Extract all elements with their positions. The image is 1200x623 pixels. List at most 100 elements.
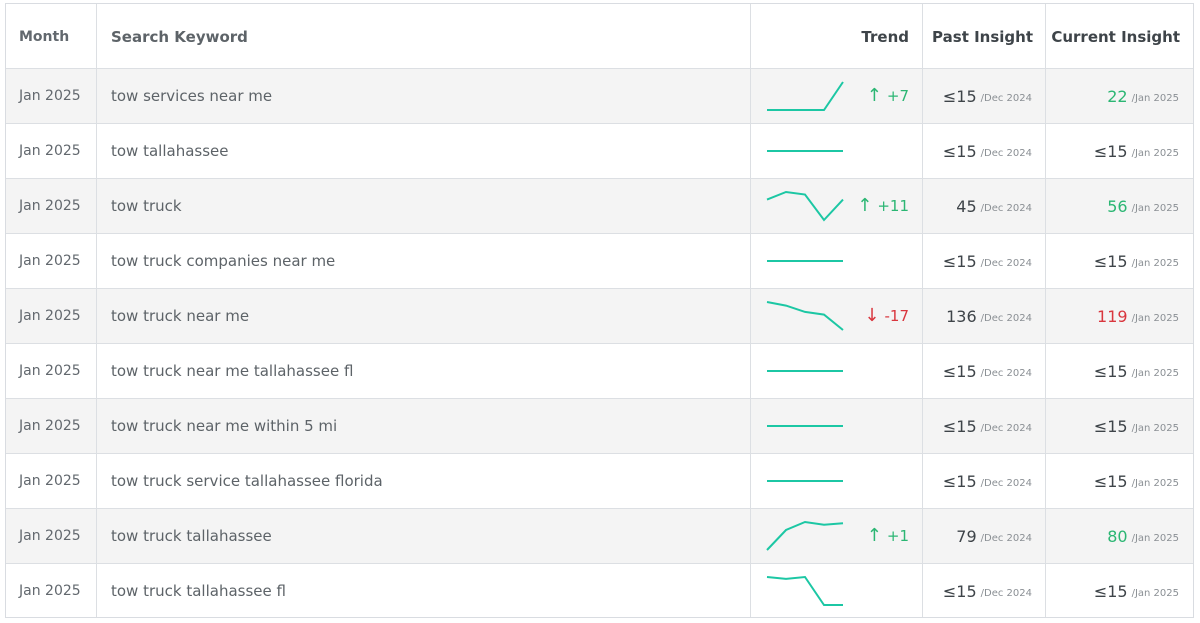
- past-value: 45: [956, 196, 977, 216]
- month-cell: Jan 2025: [19, 88, 81, 104]
- table-row[interactable]: Jan 2025 tow truck tallahassee ↑ +1 79/Dec 2…: [6, 508, 1193, 563]
- trend-cell: ↑ +7: [751, 69, 923, 123]
- past-insight-cell: 45/Dec 2024: [923, 179, 1046, 233]
- current-value: ≤15: [1093, 581, 1128, 601]
- current-insight-cell: ≤15/Jan 2025: [1046, 344, 1193, 398]
- current-insight-cell: ≤15/Jan 2025: [1046, 399, 1193, 453]
- past-period: /Dec 2024: [980, 147, 1032, 159]
- arrow-up-icon: ↑: [866, 85, 882, 106]
- current-insight-cell: ≤15/Jan 2025: [1046, 564, 1193, 618]
- current-value: ≤15: [1093, 361, 1128, 381]
- current-period: /Jan 2025: [1131, 587, 1179, 599]
- trend-cell: ↑ +1: [751, 509, 923, 563]
- trend-sparkline: [767, 260, 843, 262]
- keyword-cell: tow truck companies near me: [111, 252, 336, 270]
- past-insight-cell: ≤15/Dec 2024: [923, 454, 1046, 508]
- past-insight-cell: 79/Dec 2024: [923, 509, 1046, 563]
- current-period: /Jan 2025: [1131, 532, 1179, 544]
- past-insight-cell: ≤15/Dec 2024: [923, 234, 1046, 288]
- table-row[interactable]: Jan 2025 tow truck service tallahassee fl…: [6, 453, 1193, 508]
- current-value: 80: [1107, 526, 1128, 546]
- arrow-down-icon: ↓: [864, 305, 880, 326]
- keyword-cell: tow truck tallahassee fl: [111, 582, 286, 600]
- table-row[interactable]: Jan 2025 tow truck companies near me ≤15/D…: [6, 233, 1193, 288]
- current-value: 22: [1107, 86, 1128, 106]
- past-value: ≤15: [942, 141, 977, 161]
- month-cell: Jan 2025: [19, 418, 81, 434]
- past-insight-cell: 136/Dec 2024: [923, 289, 1046, 343]
- month-cell: Jan 2025: [19, 143, 81, 159]
- past-value: ≤15: [942, 581, 977, 601]
- sparkline-line: [767, 81, 844, 111]
- table-row[interactable]: Jan 2025 tow truck near me ↓ -17 136/Dec 202…: [6, 288, 1193, 343]
- sparkline-line: [766, 301, 844, 331]
- current-insight-cell: 56/Jan 2025: [1046, 179, 1193, 233]
- current-insight-cell: ≤15/Jan 2025: [1046, 234, 1193, 288]
- month-cell: Jan 2025: [19, 308, 81, 324]
- past-value: ≤15: [942, 416, 977, 436]
- column-divider: [1045, 4, 1046, 617]
- current-value: 56: [1107, 196, 1128, 216]
- keyword-cell: tow truck: [111, 197, 182, 215]
- keyword-cell: tow truck near me: [111, 307, 250, 325]
- trend-cell: [751, 399, 923, 453]
- sparkline-line: [766, 520, 844, 551]
- month-cell: Jan 2025: [19, 528, 81, 544]
- past-period: /Dec 2024: [980, 367, 1032, 379]
- current-period: /Jan 2025: [1131, 422, 1179, 434]
- trend-cell: [751, 344, 923, 398]
- header-trend[interactable]: Trend: [751, 4, 923, 69]
- past-insight-cell: ≤15/Dec 2024: [923, 399, 1046, 453]
- delta-value: +1: [886, 527, 909, 545]
- delta-value: -17: [884, 307, 910, 325]
- header-current-insight[interactable]: Current Insight: [1046, 4, 1193, 69]
- keyword-insights-table: Month Search Keyword Trend Past Insight …: [5, 3, 1194, 618]
- current-value: ≤15: [1093, 471, 1128, 491]
- past-value: ≤15: [942, 361, 977, 381]
- month-cell: Jan 2025: [19, 473, 81, 489]
- table-row[interactable]: Jan 2025 tow truck tallahassee fl ≤15/Dec …: [6, 563, 1193, 618]
- current-period: /Jan 2025: [1131, 147, 1179, 159]
- header-past-insight[interactable]: Past Insight: [923, 4, 1046, 69]
- column-divider: [96, 4, 97, 617]
- month-cell: Jan 2025: [19, 583, 81, 599]
- arrow-up-icon: ↑: [857, 195, 873, 216]
- past-period: /Dec 2024: [980, 477, 1032, 489]
- table-row[interactable]: Jan 2025 tow services near me ↑ +7 ≤15/Dec 2…: [6, 68, 1193, 123]
- trend-sparkline: [766, 301, 844, 331]
- current-value: 119: [1097, 306, 1128, 326]
- past-value: 136: [946, 306, 977, 326]
- trend-cell: [751, 454, 923, 508]
- table-row[interactable]: Jan 2025 tow truck near me within 5 mi ≤15…: [6, 398, 1193, 453]
- current-value: ≤15: [1093, 416, 1128, 436]
- delta-value: +11: [877, 197, 909, 215]
- past-value: ≤15: [942, 86, 977, 106]
- past-period: /Dec 2024: [980, 587, 1032, 599]
- past-period: /Dec 2024: [980, 202, 1032, 214]
- current-insight-cell: ≤15/Jan 2025: [1046, 124, 1193, 178]
- column-divider: [750, 4, 751, 617]
- past-period: /Dec 2024: [980, 92, 1032, 104]
- header-month[interactable]: Month: [6, 4, 97, 69]
- current-value: ≤15: [1093, 251, 1128, 271]
- keyword-cell: tow truck tallahassee: [111, 527, 272, 545]
- current-period: /Jan 2025: [1131, 257, 1179, 269]
- trend-sparkline: [767, 425, 843, 427]
- past-period: /Dec 2024: [980, 532, 1032, 544]
- current-insight-cell: 22/Jan 2025: [1046, 69, 1193, 123]
- trend-sparkline: [767, 81, 844, 111]
- current-insight-cell: 119/Jan 2025: [1046, 289, 1193, 343]
- past-value: ≤15: [942, 471, 977, 491]
- trend-delta: ↑ +1: [867, 509, 909, 563]
- month-cell: Jan 2025: [19, 253, 81, 269]
- trend-cell: [751, 234, 923, 288]
- past-period: /Dec 2024: [980, 257, 1032, 269]
- header-search-keyword[interactable]: Search Keyword: [97, 4, 751, 69]
- keyword-cell: tow truck service tallahassee florida: [111, 472, 383, 490]
- table-row[interactable]: Jan 2025 tow truck near me tallahassee fl…: [6, 343, 1193, 398]
- table-row[interactable]: Jan 2025 tow truck ↑ +11 45/Dec 2024 56/Jan 2…: [6, 178, 1193, 233]
- table-row[interactable]: Jan 2025 tow tallahassee ≤15/Dec 2024 ≤15/J…: [6, 123, 1193, 178]
- past-insight-cell: ≤15/Dec 2024: [923, 69, 1046, 123]
- trend-cell: ↓ -17: [751, 289, 923, 343]
- current-period: /Jan 2025: [1131, 312, 1179, 324]
